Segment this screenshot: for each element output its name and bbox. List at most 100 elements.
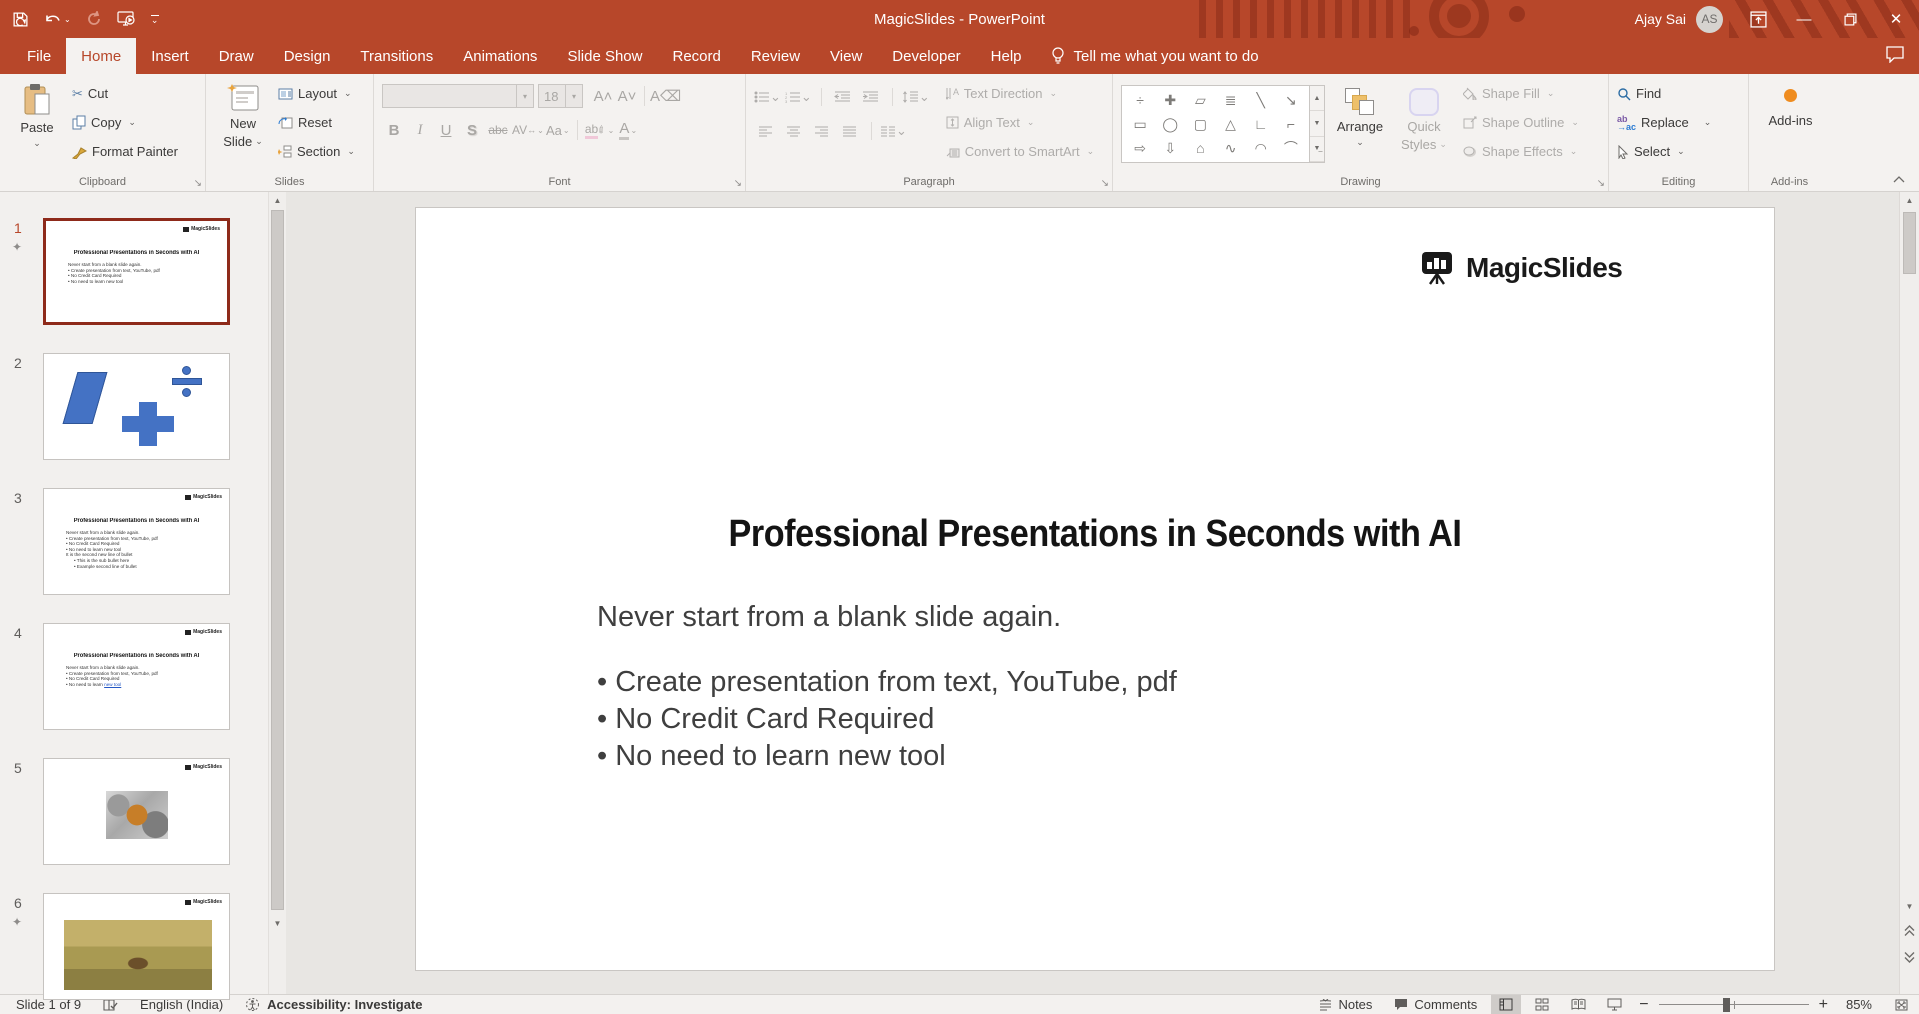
slide-title[interactable]: Professional Presentations in Seconds wi… — [484, 513, 1706, 556]
shape-glyph-6[interactable]: ▭ — [1125, 112, 1155, 136]
tab-design[interactable]: Design — [269, 38, 346, 74]
shape-glyph-15[interactable]: ∿ — [1215, 136, 1245, 160]
clear-formatting-button[interactable]: A⌫ — [650, 84, 681, 108]
previous-slide-button[interactable] — [1900, 920, 1919, 942]
line-spacing-button[interactable]: ⌄ — [902, 86, 930, 108]
shape-glyph-9[interactable]: △ — [1215, 112, 1245, 136]
undo-icon[interactable]: ⌄ — [44, 12, 71, 27]
font-name-combobox[interactable]: ▾ — [382, 84, 534, 108]
shape-glyph-12[interactable]: ⇨ — [1125, 136, 1155, 160]
align-left-button[interactable] — [754, 120, 778, 142]
font-dialog-launcher-icon[interactable]: ↘ — [734, 178, 742, 189]
numbering-button[interactable]: 123 ⌄ — [785, 86, 812, 108]
bullets-button[interactable]: ⌄ — [754, 86, 781, 108]
find-button[interactable]: Find — [1617, 80, 1711, 107]
thumb-scroll-thumb[interactable] — [271, 210, 284, 910]
ribbon-display-options-icon[interactable] — [1735, 0, 1781, 38]
justify-button[interactable] — [838, 120, 862, 142]
tab-home[interactable]: Home — [66, 38, 137, 74]
collapse-ribbon-icon[interactable] — [1893, 175, 1905, 183]
comments-bubble-icon[interactable] — [1885, 45, 1905, 63]
font-size-combobox[interactable]: 18 ▾ — [538, 84, 583, 108]
increase-font-size-button[interactable]: A˄ — [591, 84, 615, 108]
account-user-name[interactable]: Ajay Sai — [1635, 11, 1686, 27]
normal-view-button[interactable] — [1491, 994, 1522, 1014]
slide-thumbnail-4[interactable]: MagicSlides Professional Presentations in… — [43, 623, 230, 730]
paste-button[interactable]: Paste ⌄ — [8, 80, 66, 171]
shape-glyph-14[interactable]: ⌂ — [1185, 136, 1215, 160]
tab-slide-show[interactable]: Slide Show — [552, 38, 657, 74]
comments-button[interactable]: Comments — [1386, 995, 1485, 1014]
bold-button[interactable]: B — [382, 118, 406, 142]
slide-sorter-view-button[interactable] — [1527, 995, 1557, 1014]
zoom-in-button[interactable]: + — [1815, 995, 1832, 1014]
shape-glyph-3[interactable]: ≣ — [1215, 88, 1245, 112]
strikethrough-button[interactable]: abc — [486, 118, 510, 142]
customize-quick-access-icon[interactable]: ⌄ — [150, 15, 159, 25]
start-slideshow-icon[interactable] — [117, 11, 136, 27]
character-spacing-button[interactable]: AV ↔ ⌄ — [512, 118, 544, 142]
reading-view-button[interactable] — [1563, 995, 1593, 1014]
shape-effects-button[interactable]: Shape Effects ⌄ — [1463, 138, 1579, 165]
shape-glyph-11[interactable]: ⌐ — [1276, 112, 1306, 136]
close-button[interactable]: ✕ — [1873, 0, 1919, 38]
increase-indent-button[interactable] — [859, 86, 883, 108]
decrease-font-size-button[interactable]: A˅ — [615, 84, 639, 108]
cut-button[interactable]: ✂ Cut — [72, 80, 178, 107]
tab-animations[interactable]: Animations — [448, 38, 552, 74]
shape-glyph-4[interactable]: ╲ — [1246, 88, 1276, 112]
arrange-button[interactable]: Arrange ⌄ — [1331, 80, 1389, 171]
paragraph-dialog-launcher-icon[interactable]: ↘ — [1101, 178, 1109, 189]
tab-record[interactable]: Record — [657, 38, 735, 74]
tab-review[interactable]: Review — [736, 38, 815, 74]
section-button[interactable]: Section ⌄ — [278, 138, 355, 165]
underline-button[interactable]: U — [434, 118, 458, 142]
highlight-color-button[interactable]: ab ✐ ⌄ — [584, 118, 614, 142]
slide-logo[interactable]: MagicSlides — [1418, 250, 1623, 286]
tell-me-box[interactable]: Tell me what you want to do — [1037, 38, 1273, 74]
italic-button[interactable]: I — [408, 118, 432, 142]
reset-button[interactable]: Reset — [278, 109, 355, 136]
convert-to-smartart-button[interactable]: Convert to SmartArt ⌄ — [946, 138, 1094, 165]
zoom-out-button[interactable]: − — [1635, 995, 1652, 1014]
shape-glyph-0[interactable]: ÷ — [1125, 88, 1155, 112]
minimize-button[interactable]: — — [1781, 0, 1827, 38]
notes-button[interactable]: Notes — [1311, 995, 1380, 1014]
slide-thumbnail-3[interactable]: MagicSlides Professional Presentations in… — [43, 488, 230, 595]
scroll-down-icon[interactable]: ▼ — [1900, 898, 1919, 915]
shape-fill-button[interactable]: Shape Fill ⌄ — [1463, 80, 1579, 107]
copy-button[interactable]: Copy ⌄ — [72, 109, 178, 136]
shape-glyph-2[interactable]: ▱ — [1185, 88, 1215, 112]
thumb-scroll-up-icon[interactable]: ▲ — [269, 192, 286, 208]
slide-thumbnail-panel[interactable]: 1 ✦ MagicSlides Professional Presentations … — [0, 192, 268, 1000]
thumbnail-panel-scrollbar[interactable]: ▲ ▼ — [268, 192, 286, 994]
new-slide-button[interactable]: New Slide ⌄ — [214, 80, 272, 171]
shape-glyph-8[interactable]: ▢ — [1185, 112, 1215, 136]
scroll-up-icon[interactable]: ▲ — [1900, 192, 1919, 209]
columns-button[interactable]: ⌄ — [881, 120, 907, 142]
tab-file[interactable]: File — [12, 38, 66, 74]
drawing-dialog-launcher-icon[interactable]: ↘ — [1597, 178, 1605, 189]
slide-thumbnail-5[interactable]: MagicSlides — [43, 758, 230, 865]
zoom-slider-thumb[interactable] — [1722, 997, 1730, 1012]
text-shadow-button[interactable]: S — [460, 118, 484, 142]
select-button[interactable]: Select ⌄ — [1617, 138, 1711, 165]
slideshow-view-button[interactable] — [1599, 995, 1629, 1014]
format-painter-button[interactable]: Format Painter — [72, 138, 178, 165]
font-color-button[interactable]: A ⌄ — [616, 118, 640, 142]
shape-glyph-1[interactable]: ✚ — [1155, 88, 1185, 112]
addins-button[interactable]: Add-ins — [1762, 80, 1820, 171]
tab-view[interactable]: View — [815, 38, 877, 74]
align-right-button[interactable] — [810, 120, 834, 142]
shape-glyph-13[interactable]: ⇩ — [1155, 136, 1185, 160]
scroll-thumb[interactable] — [1903, 212, 1916, 274]
save-icon[interactable] — [12, 11, 29, 28]
fit-slide-to-window-button[interactable] — [1886, 995, 1911, 1014]
next-slide-button[interactable] — [1900, 946, 1919, 968]
replace-button[interactable]: ab →ac Replace ⌄ — [1617, 109, 1711, 136]
shape-glyph-16[interactable]: ◠ — [1246, 136, 1276, 160]
accessibility-status[interactable]: Accessibility: Investigate — [237, 995, 430, 1014]
shape-glyph-5[interactable]: ↘ — [1276, 88, 1306, 112]
tab-help[interactable]: Help — [976, 38, 1037, 74]
align-text-button[interactable]: Align Text ⌄ — [946, 109, 1094, 136]
